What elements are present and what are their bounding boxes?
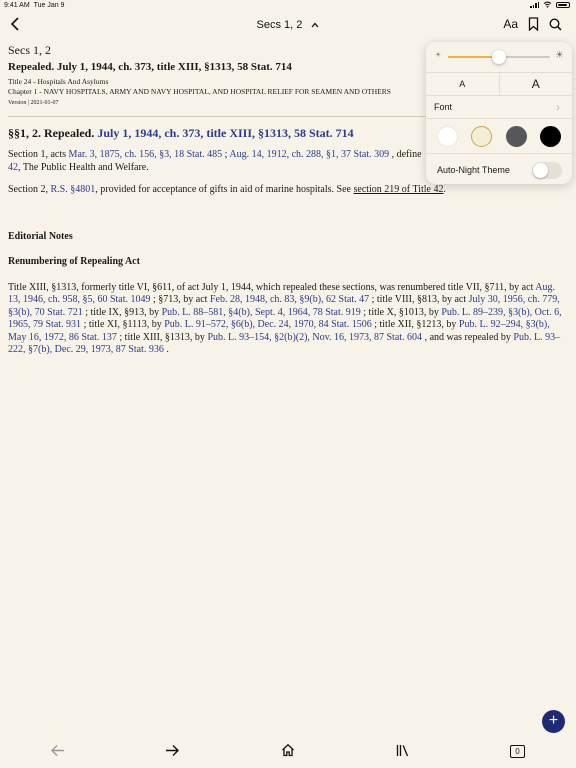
status-bar: 9:41 AM Tue Jan 9 xyxy=(0,0,576,14)
chevron-right-icon: › xyxy=(556,100,560,114)
citation-link[interactable]: Mar. 3, 1875, ch. 156, §3, 18 Stat. 485 xyxy=(69,149,223,160)
text-span: ; title XIII, §1313, by xyxy=(116,331,208,343)
add-button[interactable]: + xyxy=(542,710,565,733)
auto-night-row: Auto-Night Theme xyxy=(426,154,572,184)
bottom-toolbar: 0 xyxy=(0,740,576,766)
font-selector[interactable]: Font › xyxy=(426,96,572,119)
section-prefix: §§1, 2. Repealed. xyxy=(8,125,95,140)
citation-link[interactable]: Pub. L. 91–572, §6(b), Dec. 24, 1970, 84… xyxy=(164,319,372,330)
text-span: Section 1, acts xyxy=(8,149,69,160)
wifi-icon xyxy=(543,1,552,8)
decrease-font-size-button[interactable]: A xyxy=(426,73,499,95)
text-span: , and was repealed by xyxy=(422,331,514,343)
paragraph-renumbering: Title XIII, §1313, formerly title VI, §6… xyxy=(8,282,568,357)
tabs-button[interactable]: 0 xyxy=(510,745,525,758)
brightness-high-icon: ☀ xyxy=(555,50,564,61)
text-span: Section 2, xyxy=(8,184,51,195)
bookmark-icon[interactable] xyxy=(528,17,539,31)
font-size-row: A A xyxy=(426,73,572,96)
text-settings-button[interactable]: Aa xyxy=(503,17,518,31)
text-span: ; title XI, §1113, by xyxy=(81,319,165,330)
text-span: ; §713, by act xyxy=(150,294,210,305)
battery-icon xyxy=(556,1,570,8)
font-label: Font xyxy=(434,102,453,112)
brightness-low-icon: ☀ xyxy=(435,52,442,59)
paragraph-section-2: Section 2, R.S. §4801, provided for acce… xyxy=(8,184,568,197)
theme-swatch-gray[interactable] xyxy=(505,125,527,147)
text-span: , provided for acceptance of gifts in ai… xyxy=(95,184,354,195)
page-title: Secs 1, 2 xyxy=(256,19,303,31)
forward-arrow-icon[interactable] xyxy=(165,744,180,757)
library-icon[interactable] xyxy=(396,744,409,757)
back-arrow-icon[interactable] xyxy=(50,744,65,757)
auto-night-label: Auto-Night Theme xyxy=(437,165,510,175)
text-span: , The Public Health and Welfare. xyxy=(18,161,149,173)
text-span: Title XIII, §1313, formerly title VI, §6… xyxy=(8,281,536,293)
chevron-up-icon xyxy=(311,22,319,28)
search-icon[interactable] xyxy=(549,17,562,31)
renumbering-heading: Renumbering of Repealing Act xyxy=(8,256,140,267)
cross-reference-link[interactable]: section 219 of Title 42 xyxy=(353,184,443,195)
editorial-notes-heading: Editorial Notes xyxy=(8,230,73,242)
plus-icon: + xyxy=(548,712,559,729)
citation-link[interactable]: Pub. L. 88–581, §4(b), Sept. 4, 1964, 78… xyxy=(162,307,361,318)
navigation-bar: Secs 1, 2 Aa xyxy=(0,14,576,38)
home-icon[interactable] xyxy=(281,743,295,757)
section-citation-link[interactable]: July 1, 1944, ch. 373, title XIII, §1313… xyxy=(97,126,353,140)
text-span: . xyxy=(163,344,169,355)
citation-link[interactable]: 42 xyxy=(8,162,18,173)
citation-link[interactable]: R.S. §4801 xyxy=(51,184,96,195)
cellular-signal-icon xyxy=(530,1,539,8)
increase-font-size-button[interactable]: A xyxy=(498,73,573,95)
theme-selector xyxy=(426,119,572,154)
theme-swatch-white[interactable] xyxy=(436,125,458,147)
text-span: . xyxy=(443,184,447,195)
auto-night-toggle[interactable] xyxy=(532,162,562,179)
status-icons xyxy=(530,1,570,8)
text-span: , define xyxy=(389,149,422,160)
text-settings-panel: ☀ ☀ A A Font › Auto-Night Theme xyxy=(426,42,572,184)
brightness-row: ☀ ☀ xyxy=(426,42,572,73)
citation-link[interactable]: Feb. 28, 1948, ch. 83, §9(b), 62 Stat. 4… xyxy=(210,294,369,305)
text-span: ; title VIII, §813, by act xyxy=(369,294,469,305)
citation-link[interactable]: Aug. 14, 1912, ch. 288, §1, 37 Stat. 309 xyxy=(229,149,389,160)
brightness-slider-handle[interactable] xyxy=(492,50,506,64)
theme-swatch-black[interactable] xyxy=(540,125,562,147)
status-time: 9:41 AM Tue Jan 9 xyxy=(4,2,65,9)
brightness-slider[interactable] xyxy=(448,50,550,64)
citation-link[interactable]: Pub. L. 93–154, §2(b)(2), Nov. 16, 1973,… xyxy=(207,332,422,343)
text-span: ; title X, §1013, by xyxy=(360,306,442,318)
section-title-dropdown[interactable]: Secs 1, 2 xyxy=(0,19,576,31)
theme-swatch-sepia[interactable] xyxy=(471,125,493,147)
text-span: ; title IX, §913, by xyxy=(82,306,162,318)
text-span: ; title XII, §1213, by xyxy=(371,319,459,330)
